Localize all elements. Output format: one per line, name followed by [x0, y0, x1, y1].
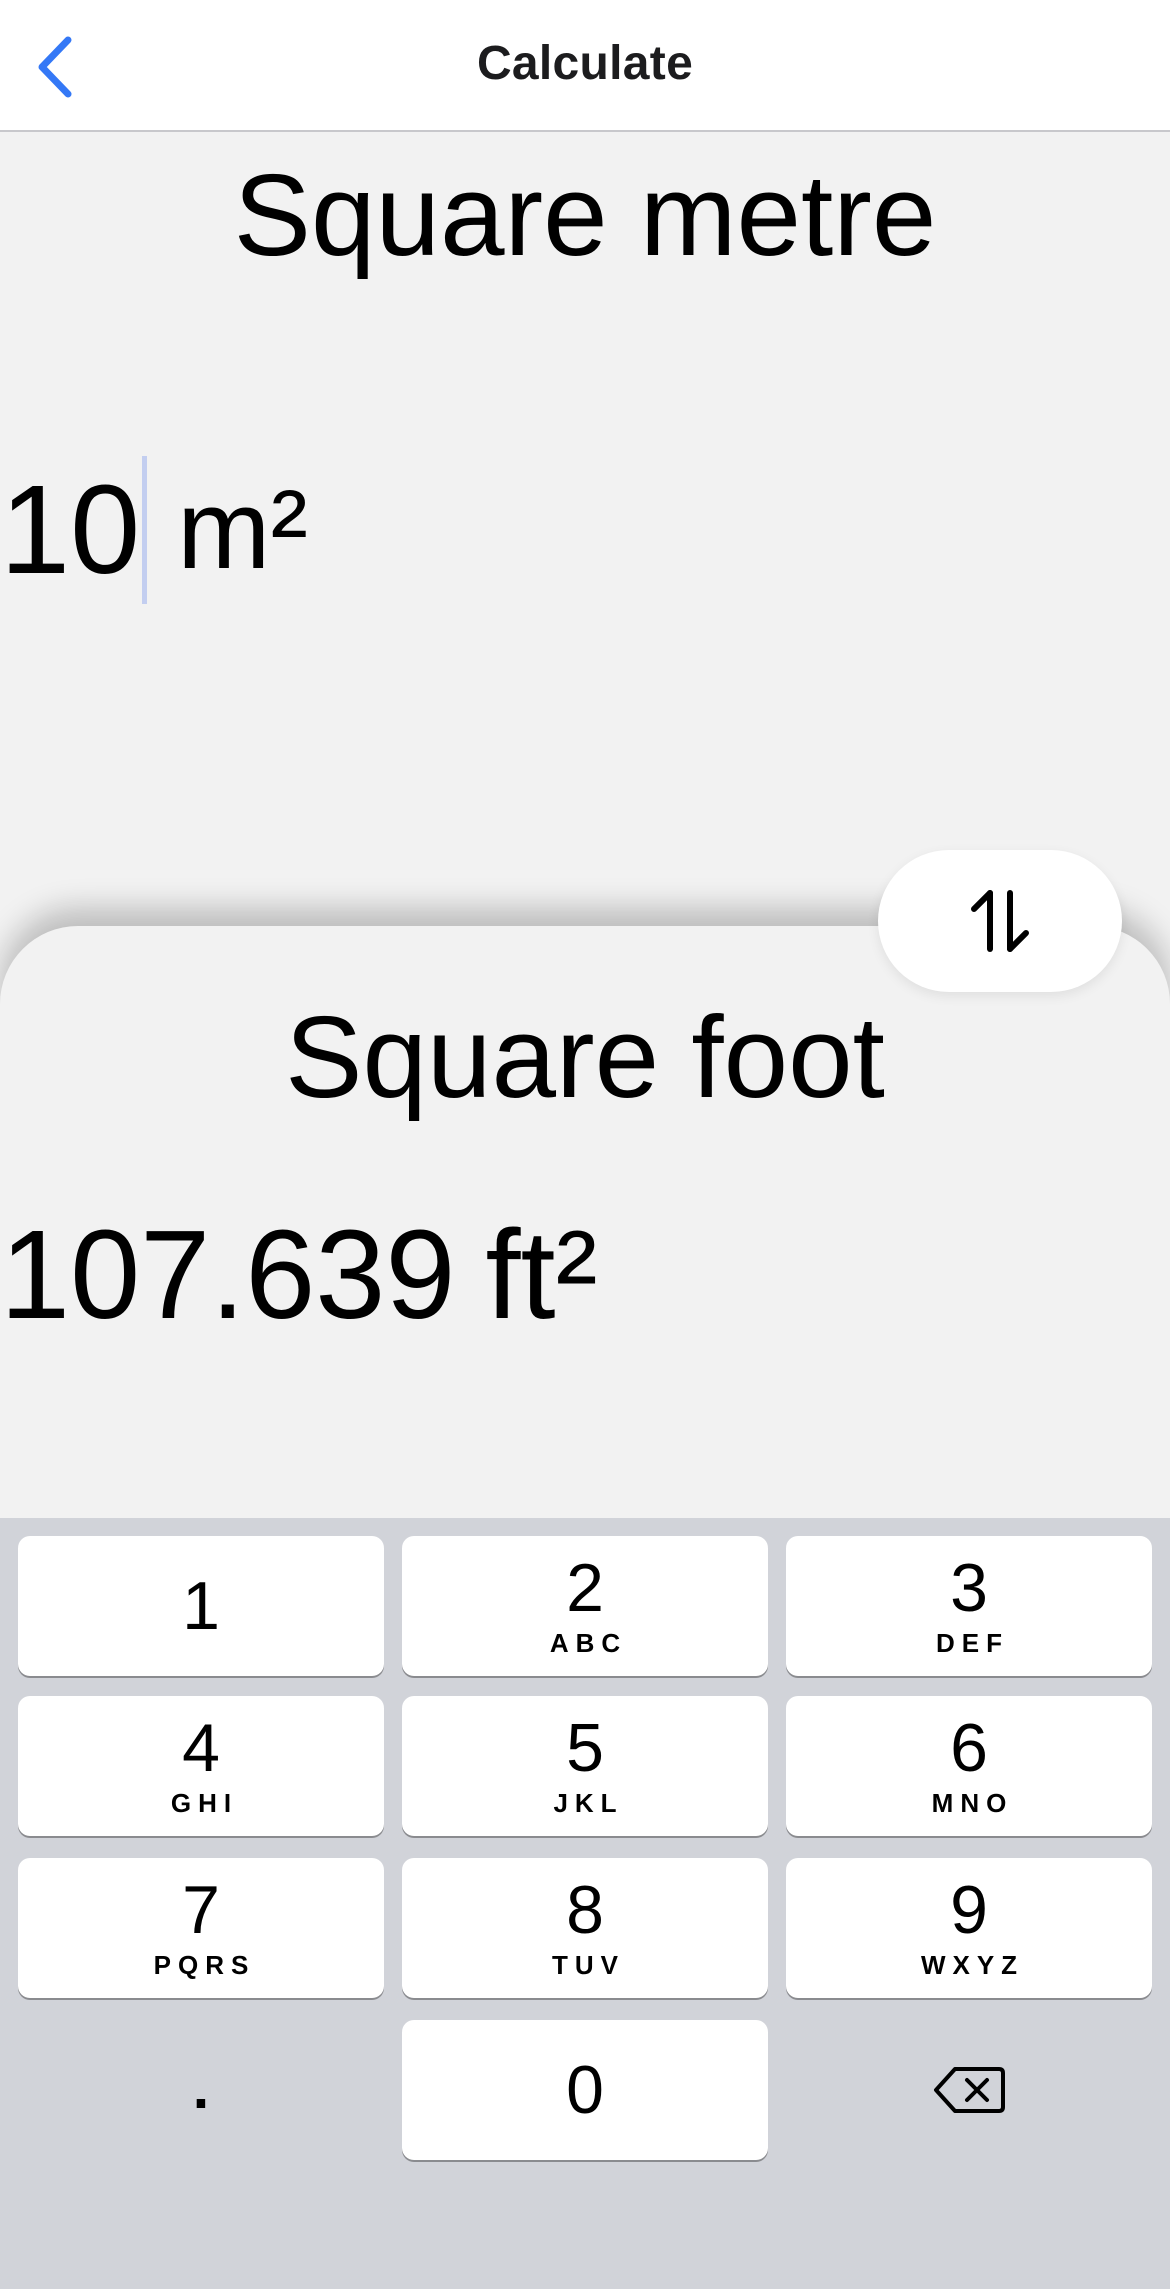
key-letters: GHI — [170, 1788, 239, 1818]
key-1[interactable]: 1 — [18, 1536, 384, 1676]
key-digit: 1 — [182, 1568, 220, 1644]
key-5[interactable]: 5 JKL — [402, 1696, 768, 1836]
delete-button[interactable] — [786, 2020, 1152, 2160]
key-digit: 6 — [950, 1710, 988, 1786]
key-9[interactable]: 9 WXYZ — [786, 1858, 1152, 1998]
key-decimal[interactable]: . — [18, 2018, 384, 2158]
swap-units-button[interactable] — [878, 850, 1122, 992]
key-digit: 4 — [182, 1710, 220, 1786]
key-3[interactable]: 3 DEF — [786, 1536, 1152, 1676]
key-digit: 0 — [566, 2052, 604, 2128]
key-letters: TUV — [552, 1950, 625, 1980]
key-digit: 7 — [182, 1872, 220, 1948]
key-6[interactable]: 6 MNO — [786, 1696, 1152, 1836]
key-letters: WXYZ — [920, 1950, 1025, 1980]
key-2[interactable]: 2 ABC — [402, 1536, 768, 1676]
key-letters: PQRS — [153, 1950, 256, 1980]
key-digit: 2 — [566, 1550, 604, 1626]
source-value-field[interactable]: 10 m² — [0, 455, 308, 605]
decimal-point: . — [192, 2054, 210, 2121]
key-digit: 5 — [566, 1710, 604, 1786]
numeric-keypad: 1 2 ABC 3 DEF 4 GHI 5 JKL 6 MNO 7 PQRS 8… — [0, 1518, 1170, 2289]
source-unit-symbol: m² — [177, 467, 308, 592]
key-4[interactable]: 4 GHI — [18, 1696, 384, 1836]
key-letters: ABC — [549, 1628, 628, 1658]
navigation-bar: Calculate — [0, 0, 1170, 132]
text-cursor — [142, 456, 148, 604]
source-value-input[interactable]: 10 — [0, 455, 140, 605]
key-digit: 8 — [566, 1872, 604, 1948]
source-unit-title[interactable]: Square metre — [0, 150, 1170, 280]
key-digit: 9 — [950, 1872, 988, 1948]
key-8[interactable]: 8 TUV — [402, 1858, 768, 1998]
page-title: Calculate — [476, 37, 694, 90]
target-value-display: 107.639 ft² — [0, 1200, 597, 1350]
target-unit-symbol: ft² — [485, 1204, 598, 1345]
key-letters: DEF — [936, 1628, 1009, 1658]
swap-vertical-arrows-icon — [971, 890, 1029, 952]
key-digit: 3 — [950, 1550, 988, 1626]
key-7[interactable]: 7 PQRS — [18, 1858, 384, 1998]
target-unit-title[interactable]: Square foot — [0, 992, 1170, 1122]
backspace-icon — [934, 2067, 1005, 2113]
key-0[interactable]: 0 — [402, 2020, 768, 2160]
key-letters: MNO — [931, 1788, 1014, 1818]
key-letters: JKL — [553, 1788, 624, 1818]
target-value: 107.639 — [0, 1204, 456, 1345]
